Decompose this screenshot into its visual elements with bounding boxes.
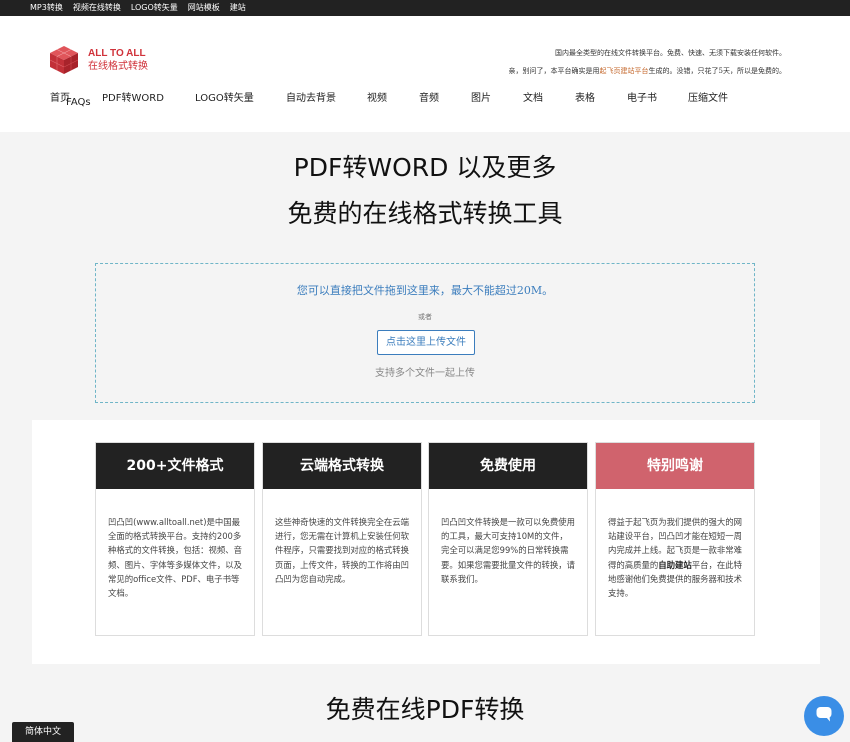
chat-bubble-icon — [815, 705, 833, 727]
dropzone-instruction: 您可以直接把文件拖到这里来，最大不能超过20M。 — [296, 284, 554, 297]
feature-card-body: 凹凸凹(www.alltoall.net)是中国最全面的格式转换平台。支持约20… — [108, 517, 242, 599]
topbar-link-build-site[interactable]: 建站 — [230, 0, 246, 16]
feature-card-title: 云端格式转换 — [263, 443, 421, 489]
nav-item-remove-background[interactable]: 自动去背景 — [286, 89, 367, 104]
top-link-bar: MP3转换 视频在线转换 LOGO转矢量 网站模板 建站 — [0, 0, 850, 16]
nav-item-document[interactable]: 文档 — [523, 89, 575, 104]
nav-item-video[interactable]: 视频 — [367, 89, 419, 104]
pdf-section-title: 免费在线PDF转换 — [325, 695, 525, 724]
qifeiye-link[interactable]: 起飞页建站平台 — [600, 67, 649, 75]
nav-item-pdf-to-word[interactable]: PDF转WORD — [102, 89, 195, 104]
language-switch-button[interactable]: 简体中文 — [12, 722, 74, 742]
site-logo[interactable]: ALL TO ALL 在线格式转换 — [48, 44, 148, 76]
feature-card-free: 免费使用 凹凸凹文件转换是一款可以免费使用的工具，最大可支持10M的文件，完全可… — [428, 442, 588, 636]
feature-card-title: 免费使用 — [429, 443, 587, 489]
nav-item-audio[interactable]: 音频 — [419, 89, 471, 104]
cube-logo-icon — [48, 44, 80, 76]
site-header: ALL TO ALL 在线格式转换 国内最全类型的在线文件转换平台。免费、快速、… — [0, 16, 850, 116]
topbar-link-logo-vector[interactable]: LOGO转矢量 — [131, 0, 178, 16]
logo-subtitle: 在线格式转换 — [88, 61, 148, 72]
dropzone-or-label: 或者 — [418, 313, 432, 321]
logo-title: ALL TO ALL — [88, 48, 146, 59]
feature-card-body: 凹凸凹文件转换是一款可以免费使用的工具，最大可支持10M的文件，完全可以满足您9… — [441, 517, 575, 584]
file-dropzone[interactable]: 您可以直接把文件拖到这里来，最大不能超过20M。 或者 点击这里上传文件 支持多… — [95, 263, 755, 403]
feature-card-formats: 200+文件格式 凹凸凹(www.alltoall.net)是中国最全面的格式转… — [95, 442, 255, 636]
feature-card-title: 特别鸣谢 — [596, 443, 754, 489]
hero-subtitle: 免费的在线格式转换工具 — [287, 199, 563, 228]
nav-item-spreadsheet[interactable]: 表格 — [575, 89, 627, 104]
nav-item-image[interactable]: 图片 — [471, 89, 523, 104]
topbar-link-video[interactable]: 视频在线转换 — [73, 0, 121, 16]
header-note-suffix: 生成的。没错，只花了5天，所以是免费的。 — [648, 67, 786, 75]
feature-card-title: 200+文件格式 — [96, 443, 254, 489]
nav-item-archive[interactable]: 压缩文件 — [688, 89, 728, 104]
feature-card-thanks: 特别鸣谢 得益于起飞页为我们提供的强大的网站建设平台，凹凸凹才能在短短一周内完成… — [595, 442, 755, 636]
topbar-link-mp3[interactable]: MP3转换 — [30, 0, 63, 16]
dropzone-multi-note: 支持多个文件一起上传 — [375, 368, 475, 379]
header-note-prefix: 亲，别问了，本平台确实是用 — [508, 67, 600, 75]
hero-title: PDF转WORD 以及更多 — [293, 153, 557, 182]
main-nav: 首页 PDF转WORD LOGO转矢量 自动去背景 视频 音频 图片 文档 表格… — [50, 89, 728, 104]
header-tagline: 国内最全类型的在线文件转换平台。免费、快速、无须下载安装任何软件。 — [555, 49, 786, 57]
self-build-link[interactable]: 自助建站 — [658, 560, 692, 570]
feature-card-body: 这些神奇快速的文件转换完全在云端进行，您无需在计算机上安装任何软件程序，只需要找… — [275, 517, 409, 584]
topbar-link-templates[interactable]: 网站模板 — [188, 0, 220, 16]
chat-button[interactable] — [804, 696, 844, 736]
header-note: 亲，别问了，本平台确实是用起飞页建站平台生成的。没错，只花了5天，所以是免费的。 — [509, 66, 786, 76]
nav-item-ebook[interactable]: 电子书 — [627, 89, 688, 104]
nav-item-logo-vector[interactable]: LOGO转矢量 — [195, 89, 286, 104]
feature-card-body: 得益于起飞页为我们提供的强大的网站建设平台，凹凸凹才能在短短一周内完成并上线。起… — [596, 489, 754, 600]
feature-card-cloud: 云端格式转换 这些神奇快速的文件转换完全在云端进行，您无需在计算机上安装任何软件… — [262, 442, 422, 636]
upload-file-button[interactable]: 点击这里上传文件 — [377, 330, 475, 355]
nav-item-faqs[interactable]: FAQs — [66, 97, 91, 108]
features-section: 200+文件格式 凹凸凹(www.alltoall.net)是中国最全面的格式转… — [32, 420, 820, 664]
